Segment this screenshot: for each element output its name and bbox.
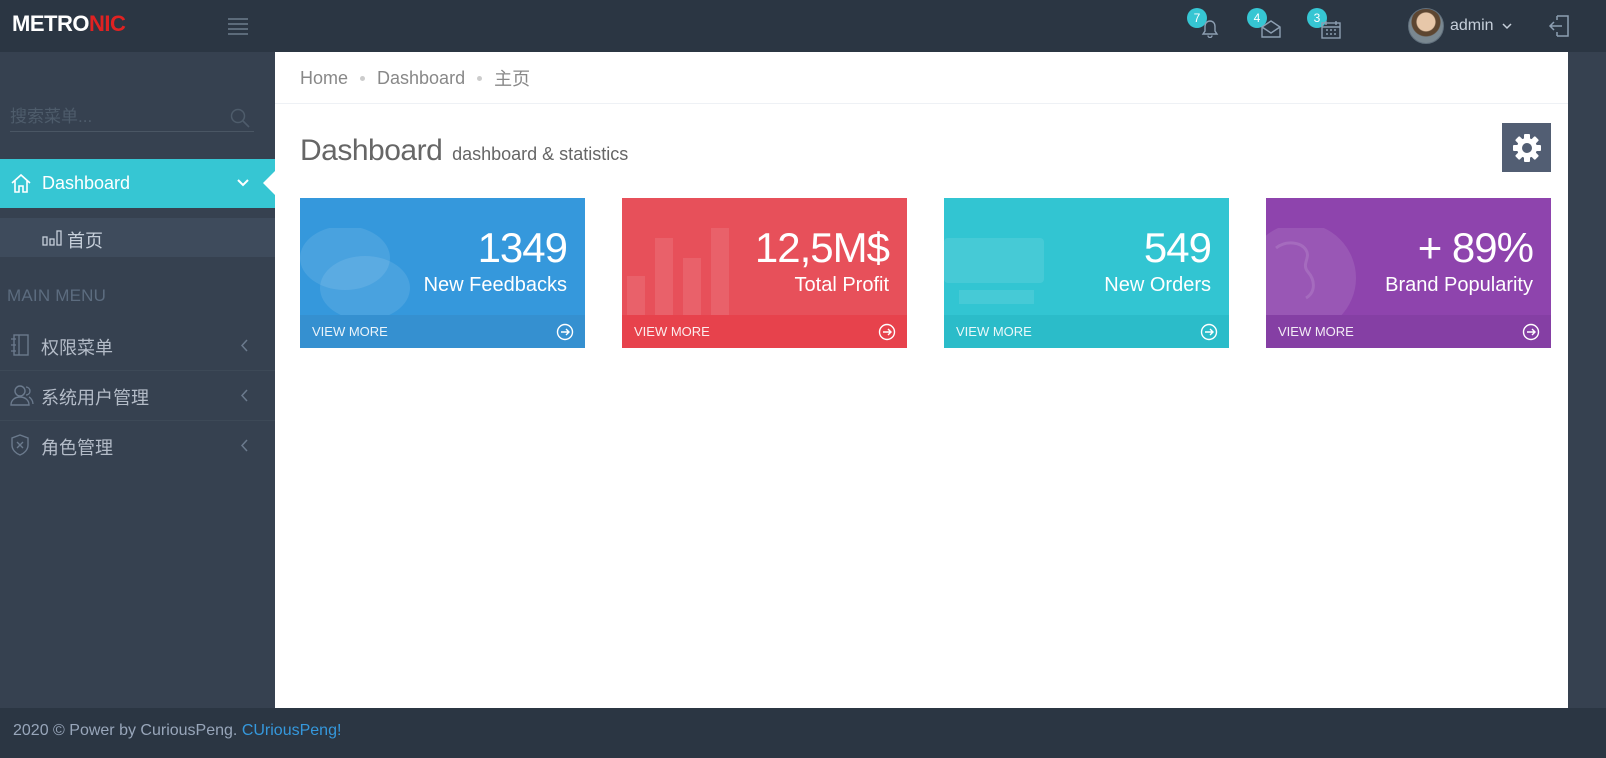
arrow-circle-right-icon	[556, 323, 574, 341]
sidebar-subitem-home[interactable]: 首页	[0, 218, 275, 257]
shield-icon	[11, 434, 29, 456]
notifications-button[interactable]: 7	[1187, 8, 1225, 42]
page-title: Dashboard dashboard & statistics	[300, 134, 628, 168]
inbox-button[interactable]: 4	[1247, 8, 1285, 42]
arrow-circle-right-icon	[1200, 323, 1218, 341]
logout-button[interactable]	[1548, 14, 1572, 38]
chevron-left-icon	[240, 339, 248, 352]
stat-number: 549	[1143, 224, 1212, 271]
breadcrumb-divider	[275, 103, 1568, 104]
search-icon[interactable]	[230, 108, 250, 128]
main-content: Home Dashboard 主页 Dashboard dashboard & …	[275, 52, 1568, 708]
chevron-down-icon	[1502, 22, 1512, 29]
stat-tile-profit: 12,5M$ Total Profit VIEW MORE	[622, 198, 907, 348]
user-menu[interactable]: admin	[1408, 7, 1512, 45]
avatar	[1408, 8, 1444, 44]
logout-icon	[1548, 15, 1569, 37]
arrow-circle-right-icon	[1522, 323, 1540, 341]
logo-accent: NIC	[88, 11, 126, 36]
active-indicator	[263, 171, 275, 195]
calendar-button[interactable]: 3	[1307, 8, 1345, 42]
sidebar-item-label: 权限菜单	[41, 338, 113, 358]
stat-label: New Orders	[1104, 274, 1211, 296]
footer-link[interactable]: CUriousPeng!	[242, 722, 342, 739]
breadcrumb-dashboard[interactable]: Dashboard	[377, 68, 465, 89]
view-more-link[interactable]: VIEW MORE	[622, 315, 907, 348]
footer: 2020 © Power by CuriousPeng. CUriousPeng…	[0, 708, 1606, 758]
breadcrumb-home[interactable]: Home	[300, 68, 348, 89]
stat-label: Brand Popularity	[1385, 274, 1533, 296]
bell-icon	[1201, 20, 1219, 38]
search-input[interactable]	[10, 104, 220, 130]
sidebar-item-label: Dashboard	[42, 173, 131, 193]
view-more-label: VIEW MORE	[312, 324, 388, 339]
breadcrumb-current: 主页	[494, 69, 531, 89]
chevron-down-icon	[237, 179, 249, 187]
home-icon	[11, 173, 31, 193]
stat-tile-popularity: + 89% Brand Popularity VIEW MORE	[1266, 198, 1551, 348]
sidebar-item-label: 角色管理	[41, 438, 113, 458]
notebook-icon	[11, 334, 29, 356]
view-more-link[interactable]: VIEW MORE	[1266, 315, 1551, 348]
stat-label: Total Profit	[794, 274, 889, 296]
view-more-label: VIEW MORE	[956, 324, 1032, 339]
chevron-left-icon	[240, 389, 248, 402]
sidebar-item-roles[interactable]: 角色管理	[0, 421, 275, 471]
stat-number: + 89%	[1417, 224, 1534, 271]
view-more-link[interactable]: VIEW MORE	[300, 315, 585, 348]
logo-main: METRO	[12, 11, 89, 36]
settings-button[interactable]	[1502, 123, 1551, 172]
sidebar-item-dashboard[interactable]: Dashboard	[0, 159, 275, 208]
footer-text: 2020 © Power by CuriousPeng. CUriousPeng…	[13, 722, 341, 740]
view-more-label: VIEW MORE	[634, 324, 710, 339]
copyright-text: 2020 © Power by CuriousPeng.	[13, 722, 238, 739]
envelope-icon	[1261, 20, 1281, 38]
arrow-circle-right-icon	[878, 323, 896, 341]
page-subtitle: dashboard & statistics	[452, 144, 629, 164]
sidebar-item-permissions[interactable]: 权限菜单	[0, 321, 275, 371]
calendar-icon	[1321, 21, 1341, 39]
sidebar-item-users[interactable]: 系统用户管理	[0, 371, 275, 421]
breadcrumb-separator	[360, 75, 366, 81]
sidebar: Dashboard 首页 MAIN MENU 权限菜单 系统用户管理 角色管理	[0, 52, 275, 708]
sidebar-item-label: 系统用户管理	[41, 388, 149, 408]
breadcrumb: Home Dashboard 主页	[300, 66, 530, 90]
view-more-link[interactable]: VIEW MORE	[944, 315, 1229, 348]
menu-toggle-button[interactable]	[228, 15, 248, 35]
page-title-text: Dashboard	[300, 134, 443, 167]
gear-icon	[1512, 133, 1541, 162]
view-more-label: VIEW MORE	[1278, 324, 1354, 339]
logo[interactable]: METRONIC	[12, 11, 126, 37]
stat-tile-feedbacks: 1349 New Feedbacks VIEW MORE	[300, 198, 585, 348]
sidebar-search	[10, 104, 254, 132]
stat-number: 1349	[477, 224, 568, 271]
sidebar-heading: MAIN MENU	[7, 286, 107, 305]
sidebar-subitem-label: 首页	[67, 231, 103, 251]
users-icon	[10, 385, 34, 406]
username: admin	[1450, 17, 1494, 34]
stat-label: New Feedbacks	[423, 274, 567, 296]
stat-number: 12,5M$	[754, 224, 890, 271]
stat-tile-orders: 549 New Orders VIEW MORE	[944, 198, 1229, 348]
breadcrumb-separator	[477, 75, 483, 81]
chevron-left-icon	[240, 439, 248, 452]
bar-chart-icon	[42, 230, 62, 246]
top-header: METRONIC 7 4 3 admin	[0, 0, 1606, 52]
